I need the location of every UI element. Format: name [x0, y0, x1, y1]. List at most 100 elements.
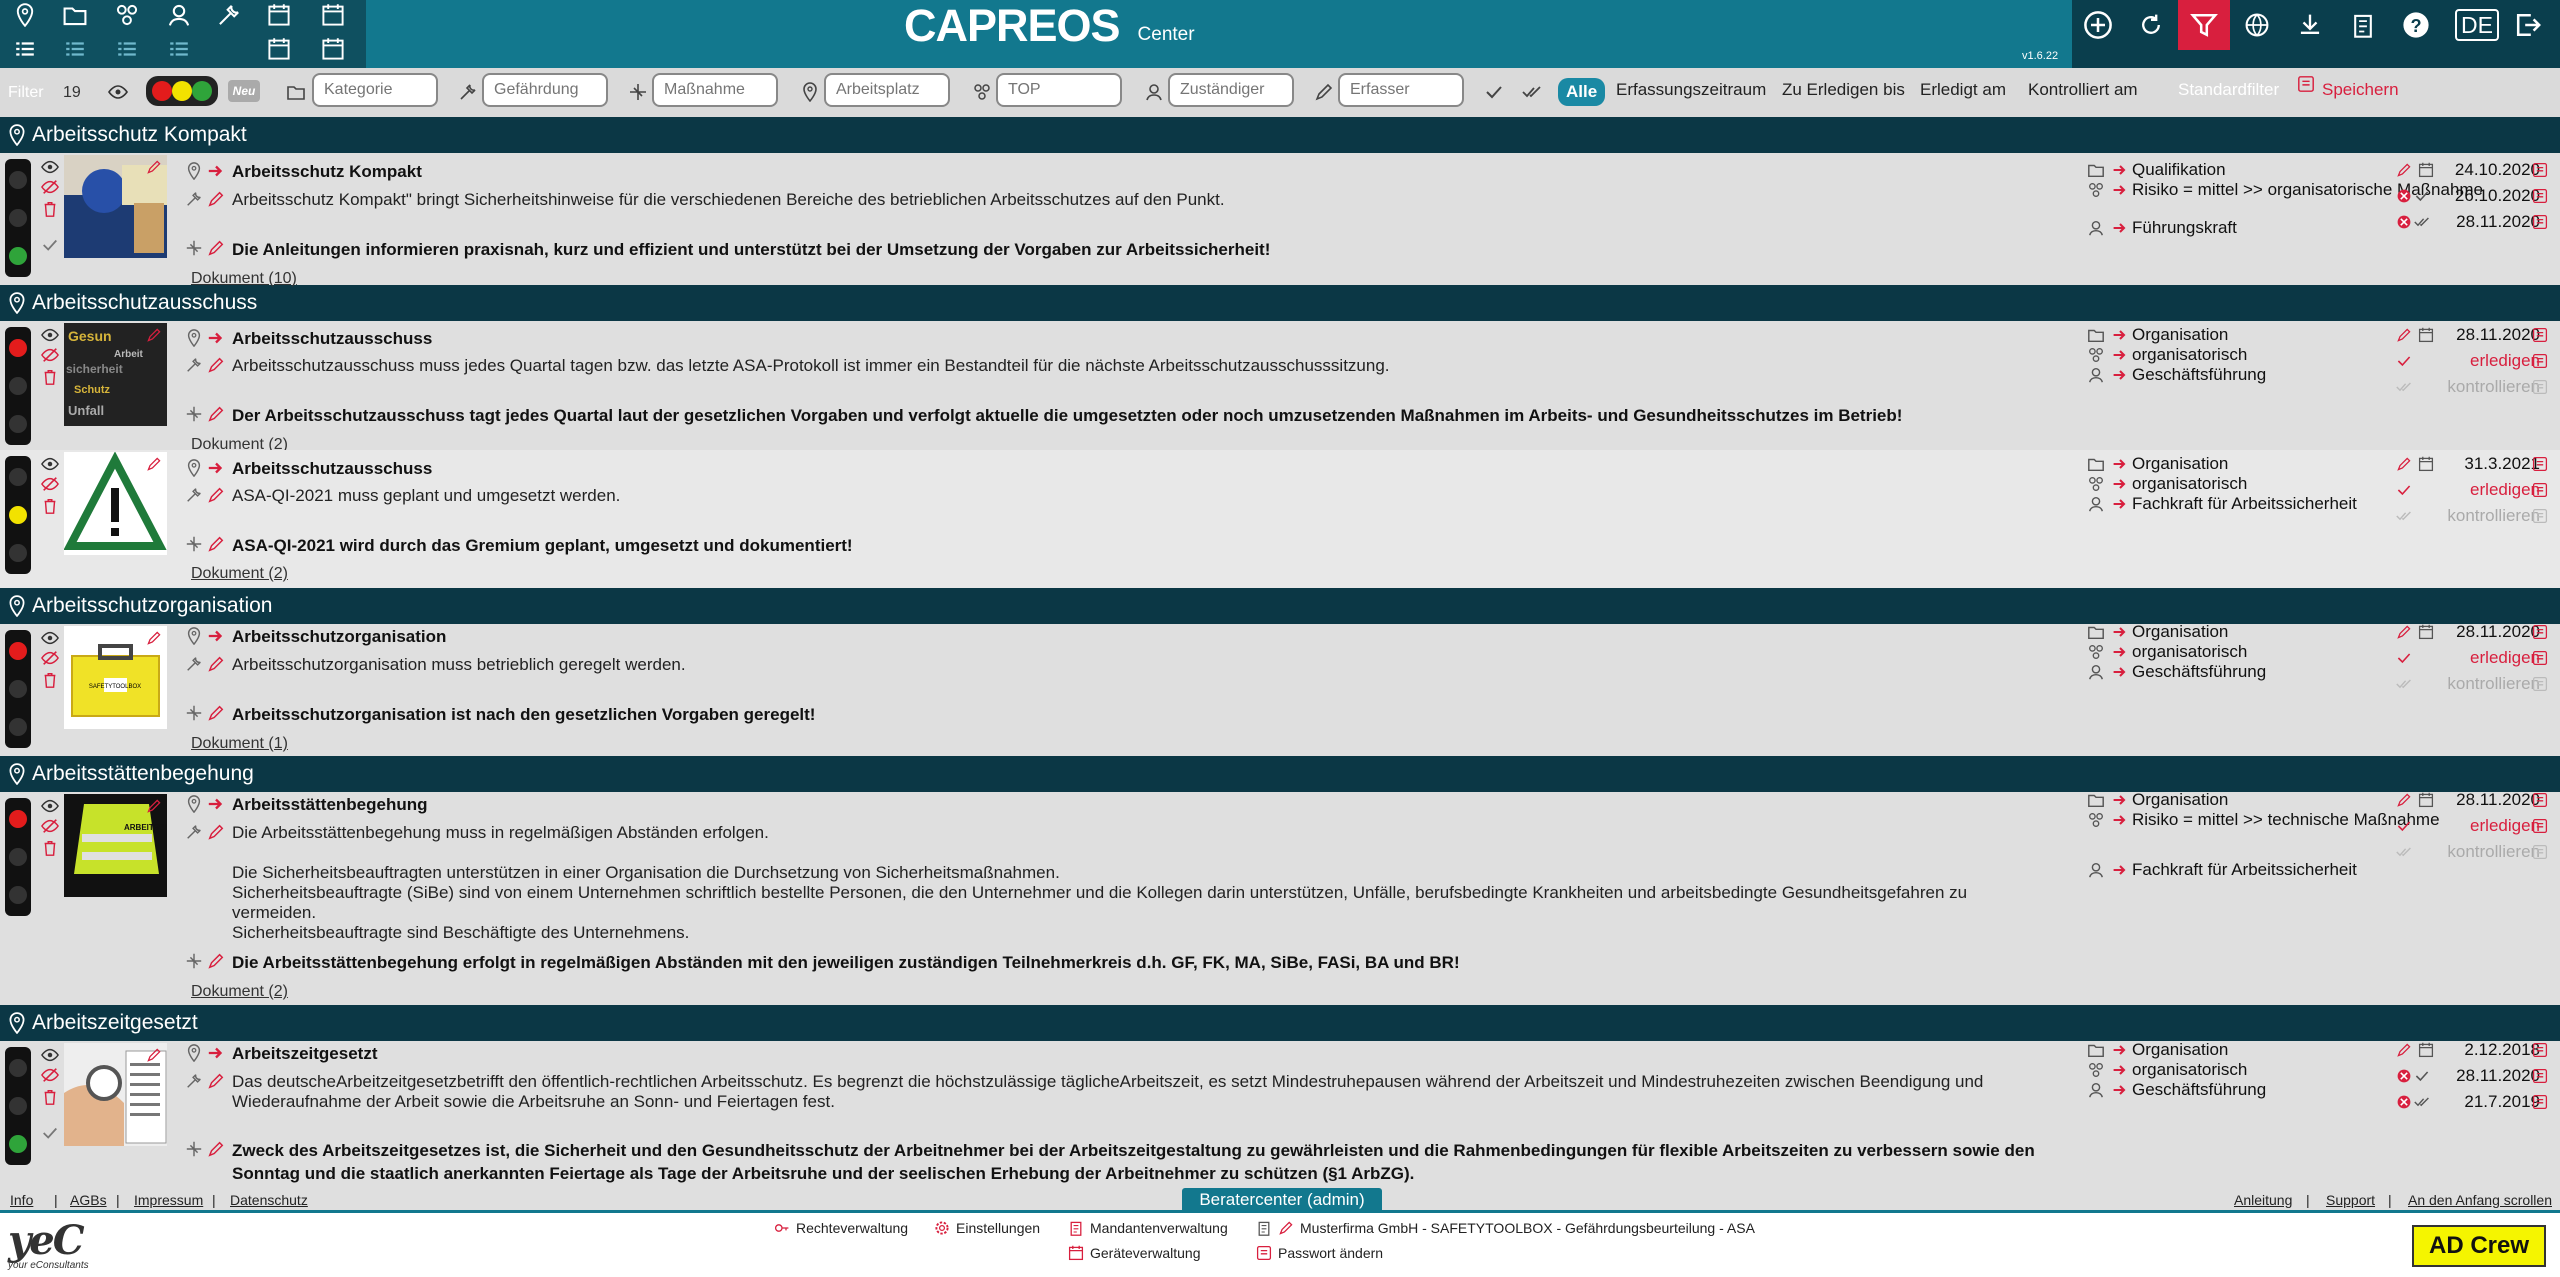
flag-icon[interactable]	[2530, 816, 2550, 836]
double-check-icon[interactable]	[2394, 842, 2414, 862]
edit-image-icon[interactable]	[144, 1045, 164, 1065]
erledigen-action[interactable]: erledigen	[2440, 480, 2540, 500]
flag-icon[interactable]	[2530, 160, 2550, 180]
flag-icon[interactable]	[2530, 674, 2550, 694]
trash-icon[interactable]	[40, 367, 60, 387]
trash-icon[interactable]	[40, 199, 60, 219]
category-header[interactable]: Arbeitsschutzorganisation	[0, 588, 2560, 624]
language-selector[interactable]: DE	[2455, 9, 2499, 41]
list-icon[interactable]	[110, 34, 144, 64]
logout-icon[interactable]	[2502, 0, 2554, 50]
flag-icon[interactable]	[2530, 480, 2550, 500]
flag-icon[interactable]	[2530, 506, 2550, 526]
list-icon[interactable]	[8, 34, 42, 64]
speichern-button[interactable]: Speichern	[2316, 73, 2405, 107]
pencil-icon[interactable]	[206, 355, 226, 375]
firma-link[interactable]: Musterfirma GmbH - SAFETYTOOLBOX - Gefäh…	[1256, 1220, 1755, 1236]
rechteverwaltung-link[interactable]: Rechteverwaltung	[774, 1220, 908, 1236]
footer-info-link[interactable]: Info	[10, 1192, 33, 1208]
document-link[interactable]: Dokument (2)	[191, 983, 288, 1001]
hazard-icon[interactable]	[110, 0, 144, 30]
trash-icon[interactable]	[40, 670, 60, 690]
eye-icon[interactable]	[40, 1045, 60, 1065]
hide-icon[interactable]	[40, 816, 60, 836]
kontrollieren-action[interactable]: kontrollieren	[2440, 674, 2540, 694]
mandantenverwaltung-link[interactable]: Mandantenverwaltung	[1068, 1220, 1228, 1236]
double-check-icon[interactable]	[2394, 506, 2414, 526]
footer-anleitung-link[interactable]: Anleitung	[2234, 1192, 2292, 1208]
hide-icon[interactable]	[40, 1065, 60, 1085]
geraeteverwaltung-link[interactable]: Geräteverwaltung	[1068, 1245, 1201, 1261]
eye-icon[interactable]	[40, 325, 60, 345]
edit-image-icon[interactable]	[144, 325, 164, 345]
document-link[interactable]: Dokument (1)	[191, 735, 288, 753]
footer-impressum-link[interactable]: Impressum	[134, 1192, 203, 1208]
check-icon[interactable]	[2394, 816, 2414, 836]
flag-icon[interactable]	[2530, 790, 2550, 810]
filter-icon[interactable]	[2178, 0, 2230, 50]
measure-entry[interactable]: Arbeitsschutz Kompakt Arbeitsschutz Kompa…	[0, 153, 2560, 287]
green-filter-dot[interactable]	[192, 81, 212, 101]
pencil-icon[interactable]	[206, 189, 226, 209]
zustaendiger-input[interactable]	[1168, 73, 1294, 107]
pencil-icon[interactable]	[206, 238, 226, 258]
add-icon[interactable]	[2072, 0, 2124, 50]
edit-date-icon[interactable]	[2394, 454, 2414, 474]
flag-icon[interactable]	[2530, 1066, 2550, 1086]
erledigen-action[interactable]: erledigen	[2440, 351, 2540, 371]
check-icon[interactable]	[2394, 648, 2414, 668]
document-link[interactable]: Dokument (2)	[191, 565, 288, 583]
calendar-icon[interactable]	[2416, 622, 2436, 642]
calendar-icon[interactable]	[2416, 160, 2436, 180]
yellow-filter-dot[interactable]	[172, 81, 192, 101]
location-icon[interactable]	[8, 0, 42, 30]
flag-icon[interactable]	[2530, 622, 2550, 642]
pencil-icon[interactable]	[206, 1139, 226, 1159]
erledigen-action[interactable]: erledigen	[2440, 648, 2540, 668]
new-badge[interactable]: Neu	[228, 80, 260, 102]
edit-date-icon[interactable]	[2394, 160, 2414, 180]
double-check-icon[interactable]	[2394, 377, 2414, 397]
check-icon[interactable]	[40, 1123, 60, 1143]
pencil-icon[interactable]	[206, 404, 226, 424]
cancel-icon[interactable]	[2394, 1092, 2414, 1112]
flag-icon[interactable]	[2530, 842, 2550, 862]
traffic-light[interactable]	[5, 456, 31, 574]
category-header[interactable]: Arbeitsstättenbegehung	[0, 756, 2560, 792]
cancel-icon[interactable]	[2394, 1066, 2414, 1086]
edit-date-icon[interactable]	[2394, 790, 2414, 810]
edit-image-icon[interactable]	[144, 454, 164, 474]
pencil-icon[interactable]	[206, 951, 226, 971]
footer-datenschutz-link[interactable]: Datenschutz	[230, 1192, 308, 1208]
double-check-icon[interactable]	[2412, 1092, 2432, 1112]
pencil-icon[interactable]	[206, 822, 226, 842]
kontrollieren-action[interactable]: kontrollieren	[2440, 506, 2540, 526]
calendar-icon[interactable]	[2416, 325, 2436, 345]
flag-icon[interactable]	[2530, 1040, 2550, 1060]
traffic-light[interactable]	[5, 327, 31, 445]
check-icon[interactable]	[2412, 1066, 2432, 1086]
check-calendar-icon[interactable]	[316, 34, 350, 64]
category-header[interactable]: Arbeitsschutz Kompakt	[0, 117, 2560, 153]
category-header[interactable]: Arbeitsschutzausschuss	[0, 285, 2560, 321]
traffic-light-filter[interactable]	[146, 76, 218, 106]
traffic-light[interactable]	[5, 798, 31, 916]
list-icon[interactable]	[58, 34, 92, 64]
check-icon[interactable]	[2394, 351, 2414, 371]
red-filter-dot[interactable]	[152, 81, 172, 101]
user-badge[interactable]: AD Crew	[2412, 1225, 2546, 1267]
flag-icon[interactable]	[2530, 186, 2550, 206]
calendar-icon[interactable]	[2416, 1040, 2436, 1060]
beratercenter-tab[interactable]: Beratercenter (admin)	[1182, 1188, 1382, 1212]
double-check-icon[interactable]	[1522, 82, 1542, 102]
eye-icon[interactable]	[108, 82, 128, 102]
flag-icon[interactable]	[2530, 212, 2550, 232]
list-icon[interactable]	[162, 34, 196, 64]
calendar-icon[interactable]	[262, 0, 296, 30]
flag-icon[interactable]	[2530, 351, 2550, 371]
pencil-icon[interactable]	[206, 654, 226, 674]
flag-icon[interactable]	[2530, 377, 2550, 397]
check-icon[interactable]	[1484, 82, 1504, 102]
hide-icon[interactable]	[40, 648, 60, 668]
save-icon[interactable]	[2296, 74, 2316, 94]
